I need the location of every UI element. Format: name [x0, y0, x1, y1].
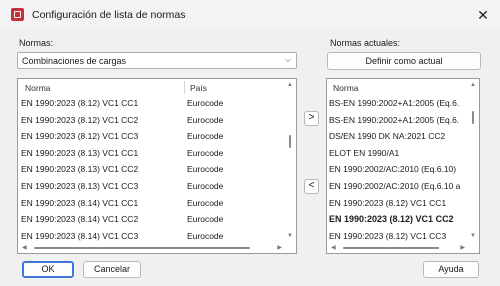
table-row[interactable]: EN 1990:2023 (8.14) VC1 CC1 Eurocode [21, 198, 283, 214]
pais-cell: Eurocode [187, 98, 224, 108]
pais-cell: Eurocode [187, 197, 224, 208]
current-standards-list[interactable]: Norma BS-EN 1990:2002+A1:2005 (Eq.6. BS-E… [326, 78, 480, 254]
norma-cell: EN 1990:2023 (8.13) VC1 CC3 [21, 181, 139, 191]
scroll-left-icon[interactable]: ◀ [331, 244, 336, 251]
list-item[interactable]: EN 1990:2023 (8.12) VC1 CC1 [329, 198, 467, 214]
column-header-pais[interactable]: País [190, 83, 207, 93]
norma-cell: EN 1990:2023 (8.12) VC1 CC1 [21, 98, 139, 108]
available-standards-list[interactable]: Norma País EN 1990:2023 (8.12) VC1 CC1 Eu… [17, 78, 297, 254]
table-row[interactable]: EN 1990:2023 (8.13) VC1 CC1 Eurocode [21, 148, 283, 164]
normas-label: Normas: [19, 38, 54, 48]
norma-cell: EN 1990:2023 (8.13) VC1 CC2 [21, 164, 139, 175]
chevron-down-icon: ⌵ [284, 55, 291, 64]
column-separator[interactable] [184, 81, 185, 94]
norma-cell: EN 1990:2023 (8.14) VC1 CC3 [21, 230, 139, 241]
dropdown-value: Combinaciones de cargas [22, 56, 127, 66]
title-bar: Configuración de lista de normas ✕ [0, 0, 500, 30]
table-row[interactable]: EN 1990:2023 (8.12) VC1 CC1 Eurocode [21, 98, 283, 114]
horizontal-scrollbar-thumb[interactable] [343, 247, 439, 249]
pais-cell: Eurocode [187, 147, 224, 158]
cancel-button[interactable]: Cancelar [83, 261, 141, 278]
list-item[interactable]: EN 1990:2023 (8.12) VC1 CC3 [329, 231, 467, 247]
vertical-scrollbar-thumb[interactable] [289, 135, 291, 148]
horizontal-scrollbar-thumb[interactable] [34, 247, 250, 249]
norma-cell: EN 1990:2023 (8.12) VC1 CC3 [21, 131, 139, 142]
pais-cell: Eurocode [187, 131, 224, 142]
app-logo-icon [11, 8, 24, 21]
pais-cell: Eurocode [187, 214, 224, 225]
scroll-left-icon[interactable]: ◀ [22, 244, 27, 251]
help-button[interactable]: Ayuda [423, 261, 479, 278]
scroll-up-icon[interactable]: ▲ [287, 82, 293, 88]
remove-standard-button[interactable]: < [304, 179, 319, 194]
table-row[interactable]: EN 1990:2023 (8.13) VC1 CC3 Eurocode [21, 181, 283, 197]
set-current-button[interactable]: Definir como actual [327, 52, 481, 70]
list-item[interactable]: BS-EN 1990:2002+A1:2005 (Eq.6. [329, 98, 467, 114]
add-standard-button[interactable]: > [304, 111, 319, 126]
table-row[interactable]: EN 1990:2023 (8.14) VC1 CC2 Eurocode [21, 214, 283, 230]
list-item[interactable]: EN 1990:2002/AC:2010 (Eq.6.10) [329, 164, 467, 180]
list-item[interactable]: BS-EN 1990:2002+A1:2005 (Eq.6. [329, 115, 467, 131]
norma-cell: EN 1990:2023 (8.14) VC1 CC2 [21, 214, 139, 225]
pais-cell: Eurocode [187, 114, 224, 125]
scroll-right-icon[interactable]: ▶ [460, 244, 465, 251]
list-item[interactable]: ELOT EN 1990/A1 [329, 148, 467, 164]
norma-cell: EN 1990:2023 (8.14) VC1 CC1 [21, 197, 139, 208]
vertical-scrollbar-thumb[interactable] [472, 111, 474, 124]
list-item[interactable]: EN 1990:2023 (8.12) VC1 CC2 [329, 214, 467, 230]
close-icon[interactable]: ✕ [472, 4, 494, 26]
ok-button[interactable]: OK [22, 261, 74, 278]
list-item[interactable]: EN 1990:2002/AC:2010 (Eq.6.10 a [329, 181, 467, 197]
list-item[interactable]: DS/EN 1990 DK NA:2021 CC2 [329, 131, 467, 147]
scroll-down-icon[interactable]: ▼ [287, 233, 293, 239]
column-header-norma[interactable]: Norma [25, 83, 51, 93]
norma-cell: EN 1990:2023 (8.13) VC1 CC1 [21, 147, 139, 158]
table-row[interactable]: EN 1990:2023 (8.12) VC1 CC2 Eurocode [21, 115, 283, 131]
window-title: Configuración de lista de normas [32, 9, 186, 21]
scroll-up-icon[interactable]: ▲ [470, 82, 476, 88]
table-row[interactable]: EN 1990:2023 (8.13) VC1 CC2 Eurocode [21, 164, 283, 180]
pais-cell: Eurocode [187, 230, 224, 241]
standards-type-dropdown[interactable]: Combinaciones de cargas ⌵ [17, 52, 297, 69]
column-header-norma[interactable]: Norma [333, 83, 359, 93]
table-row[interactable]: EN 1990:2023 (8.14) VC1 CC3 Eurocode [21, 231, 283, 247]
current-standards-label: Normas actuales: [330, 38, 401, 48]
table-row[interactable]: EN 1990:2023 (8.12) VC1 CC3 Eurocode [21, 131, 283, 147]
pais-cell: Eurocode [187, 164, 224, 175]
norma-cell: EN 1990:2023 (8.12) VC1 CC2 [21, 114, 139, 125]
pais-cell: Eurocode [187, 181, 224, 191]
scroll-down-icon[interactable]: ▼ [470, 233, 476, 239]
scroll-right-icon[interactable]: ▶ [277, 244, 282, 251]
